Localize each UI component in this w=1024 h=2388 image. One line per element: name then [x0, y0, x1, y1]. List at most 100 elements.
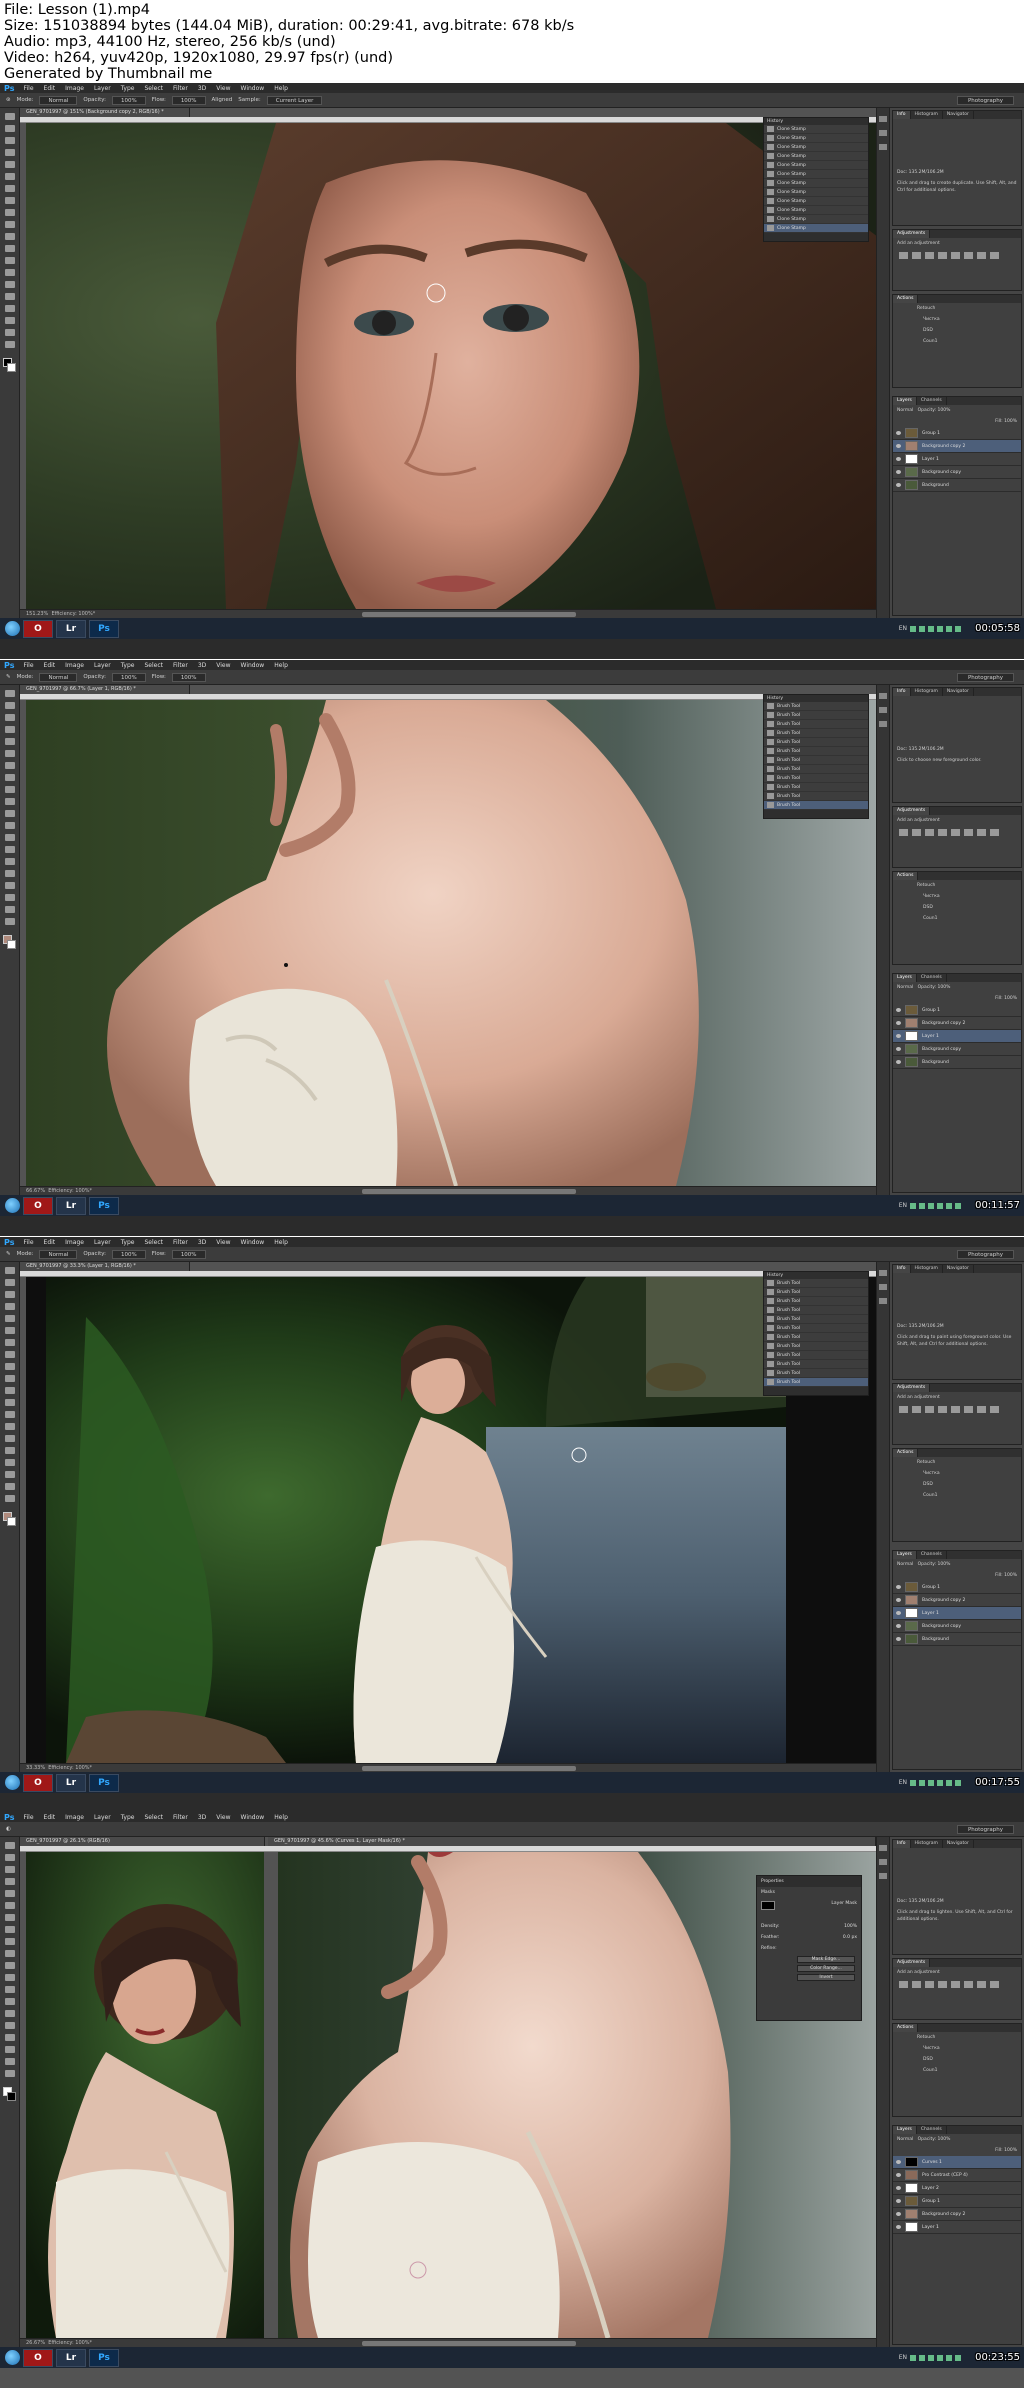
- layer-opacity[interactable]: Opacity: 100%: [918, 985, 951, 990]
- tray-icon[interactable]: [946, 1202, 952, 1209]
- tray-icon[interactable]: [946, 2354, 952, 2361]
- menu-help[interactable]: Help: [269, 85, 293, 92]
- tab-navigator[interactable]: Navigator: [943, 1840, 974, 1848]
- menu-select[interactable]: Select: [139, 1239, 168, 1246]
- layer-row[interactable]: Background copy 2: [893, 1017, 1021, 1030]
- lasso-tool-icon[interactable]: [4, 714, 15, 721]
- properties-dock-icon[interactable]: [879, 707, 887, 713]
- layer-row[interactable]: Group 1: [893, 2195, 1021, 2208]
- curves-icon[interactable]: [925, 252, 934, 259]
- background-color-swatch[interactable]: [7, 2092, 16, 2101]
- brush-dock-icon[interactable]: [879, 144, 887, 150]
- tray-icon[interactable]: [928, 625, 934, 632]
- hue-sat-icon[interactable]: [964, 1981, 973, 1988]
- eye-icon[interactable]: [896, 1047, 901, 1051]
- quick-select-tool-icon[interactable]: [4, 149, 15, 156]
- properties-dock-icon[interactable]: [879, 1284, 887, 1290]
- canvas-full-portrait[interactable]: [26, 1277, 876, 1763]
- tab-channels[interactable]: Channels: [917, 1551, 947, 1559]
- menu-edit[interactable]: Edit: [39, 1239, 61, 1246]
- exposure-icon[interactable]: [938, 1981, 947, 1988]
- hue-sat-icon[interactable]: [964, 1406, 973, 1413]
- action-item[interactable]: Retouch: [893, 880, 1021, 891]
- background-color-swatch[interactable]: [7, 363, 16, 372]
- levels-icon[interactable]: [912, 1981, 921, 1988]
- history-state-current[interactable]: Brush Tool: [764, 801, 868, 810]
- start-button-icon[interactable]: [5, 1198, 20, 1213]
- workspace-select[interactable]: Photography: [956, 95, 1014, 105]
- action-item[interactable]: Coun1: [893, 2065, 1021, 2076]
- path-select-tool-icon[interactable]: [4, 2034, 15, 2041]
- eraser-tool-icon[interactable]: [4, 810, 15, 817]
- tray-icon[interactable]: [919, 2354, 925, 2361]
- tray-icon[interactable]: [937, 625, 943, 632]
- zoom-tool-icon[interactable]: [4, 1495, 15, 1502]
- crop-tool-icon[interactable]: [4, 1315, 15, 1322]
- brush-dock-icon[interactable]: [879, 1873, 887, 1879]
- horizontal-scrollbar[interactable]: [362, 2341, 577, 2346]
- eye-icon[interactable]: [896, 1034, 901, 1038]
- menu-filter[interactable]: Filter: [168, 1239, 193, 1246]
- tab-info[interactable]: Info: [893, 688, 911, 696]
- horizontal-scrollbar[interactable]: [362, 1189, 577, 1194]
- eye-icon[interactable]: [896, 2199, 901, 2203]
- layer-row[interactable]: Background copy 2: [893, 2208, 1021, 2221]
- gradient-tool-icon[interactable]: [4, 1974, 15, 1981]
- brightness-icon[interactable]: [899, 1406, 908, 1413]
- eye-icon[interactable]: [896, 2225, 901, 2229]
- tray-icon[interactable]: [910, 2354, 916, 2361]
- layer-row[interactable]: Layer 2: [893, 2182, 1021, 2195]
- language-indicator[interactable]: EN: [899, 2354, 907, 2361]
- layer-row[interactable]: Background: [893, 1633, 1021, 1646]
- mask-edge-button[interactable]: Mask Edge...: [797, 1956, 855, 1963]
- tab-navigator[interactable]: Navigator: [943, 688, 974, 696]
- workspace-select[interactable]: Photography: [956, 1824, 1014, 1834]
- marquee-tool-icon[interactable]: [4, 702, 15, 709]
- lightroom-taskbar-button[interactable]: Lr: [56, 619, 86, 638]
- mask-thumbnail[interactable]: [761, 1901, 775, 1910]
- mode-select[interactable]: Normal: [39, 95, 78, 105]
- layer-row[interactable]: Layer 1: [893, 2221, 1021, 2234]
- tray-icon[interactable]: [910, 1779, 916, 1786]
- menu-3d[interactable]: 3D: [193, 1239, 211, 1246]
- curves-icon[interactable]: [925, 829, 934, 836]
- photoshop-taskbar-button[interactable]: Ps: [89, 1773, 119, 1792]
- tray-icon[interactable]: [937, 1779, 943, 1786]
- hand-tool-icon[interactable]: [4, 1483, 15, 1490]
- menu-help[interactable]: Help: [269, 662, 293, 669]
- brush-tool-icon[interactable]: [4, 1351, 15, 1358]
- layer-row[interactable]: Curves 1: [893, 2156, 1021, 2169]
- brightness-icon[interactable]: [899, 1981, 908, 1988]
- menu-type[interactable]: Type: [116, 1239, 140, 1246]
- history-brush-tool-icon[interactable]: [4, 1375, 15, 1382]
- language-indicator[interactable]: EN: [899, 625, 907, 632]
- action-item[interactable]: Coun1: [893, 336, 1021, 347]
- eyedropper-tool-icon[interactable]: [4, 173, 15, 180]
- tab-layers[interactable]: Layers: [893, 2126, 917, 2134]
- eye-icon[interactable]: [896, 1060, 901, 1064]
- pen-tool-icon[interactable]: [4, 281, 15, 288]
- document-tab[interactable]: GEN_9701997 @ 66.7% (Layer 1, RGB/16) *: [20, 685, 190, 694]
- horizontal-scrollbar[interactable]: [362, 612, 577, 617]
- menu-filter[interactable]: Filter: [168, 1814, 193, 1821]
- history-state-current[interactable]: Brush Tool: [764, 1378, 868, 1387]
- menu-select[interactable]: Select: [139, 662, 168, 669]
- hand-tool-icon[interactable]: [4, 906, 15, 913]
- pen-tool-icon[interactable]: [4, 2010, 15, 2017]
- history-dock-icon[interactable]: [879, 1270, 887, 1276]
- layer-row[interactable]: Pro Contrast (CEP 4): [893, 2169, 1021, 2182]
- lightroom-taskbar-button[interactable]: Lr: [56, 1773, 86, 1792]
- tab-layers[interactable]: Layers: [893, 397, 917, 405]
- layer-row[interactable]: Layer 1: [893, 453, 1021, 466]
- flow-field[interactable]: 100%: [171, 1249, 206, 1259]
- bw-icon[interactable]: [990, 1406, 999, 1413]
- lasso-tool-icon[interactable]: [4, 1291, 15, 1298]
- action-item[interactable]: Coun1: [893, 913, 1021, 924]
- healing-tool-icon[interactable]: [4, 1339, 15, 1346]
- photoshop-taskbar-button[interactable]: Ps: [89, 1196, 119, 1215]
- eye-icon[interactable]: [896, 2186, 901, 2190]
- layer-opacity[interactable]: Opacity: 100%: [918, 2137, 951, 2142]
- menu-window[interactable]: Window: [236, 1814, 270, 1821]
- opacity-field[interactable]: 100%: [111, 95, 146, 105]
- blur-tool-icon[interactable]: [4, 1411, 15, 1418]
